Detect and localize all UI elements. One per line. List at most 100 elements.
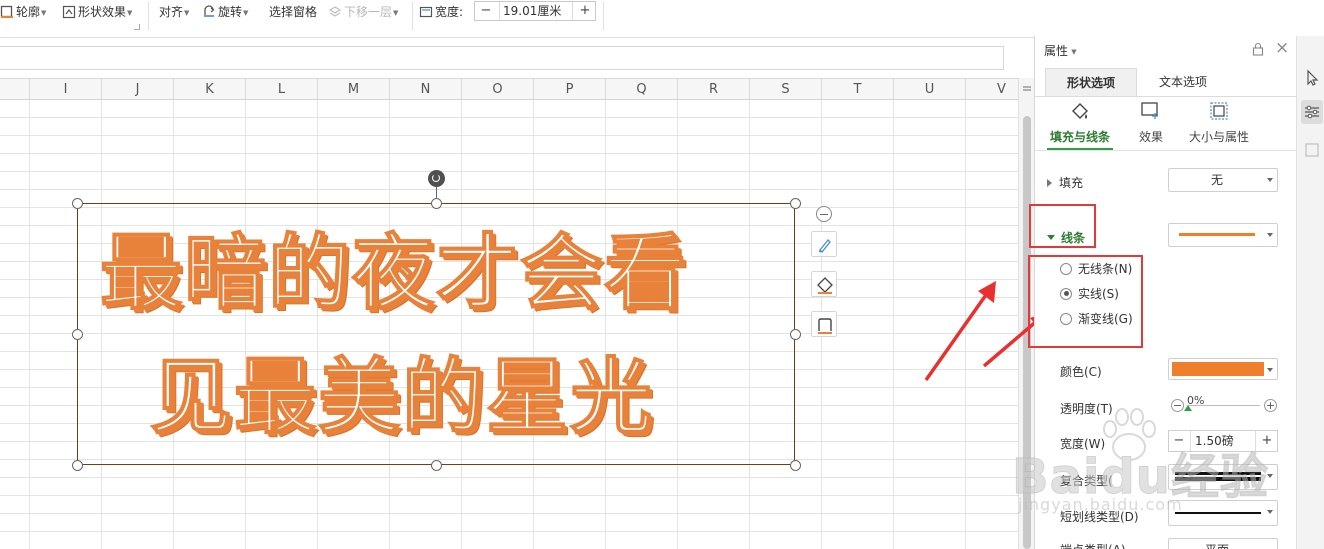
subtab-size-label: 大小与属性	[1188, 130, 1249, 144]
tab-shape-options[interactable]: 形状选项	[1045, 68, 1137, 96]
transparency-increase-button[interactable]: +	[1264, 399, 1277, 412]
width-label-text: 宽度:	[435, 5, 464, 19]
selection-pane-button[interactable]: 选择窗格	[269, 2, 317, 22]
formula-bar[interactable]	[0, 46, 1004, 70]
properties-tool-button[interactable]	[1301, 100, 1323, 124]
fill-section-toggle[interactable]: 填充	[1047, 174, 1083, 191]
color-label: 颜色(C)	[1060, 365, 1102, 379]
close-icon[interactable]: ×	[1275, 38, 1289, 58]
column-header-n[interactable]: N	[389, 79, 461, 100]
resize-handle-top-right[interactable]	[790, 198, 801, 209]
panel-title[interactable]: 属性 ▼	[1044, 42, 1077, 59]
transparency-decrease-button[interactable]: −	[1171, 399, 1184, 412]
chevron-down-icon: ▼	[393, 8, 399, 17]
subtab-effects[interactable]: 效果	[1131, 100, 1171, 145]
radio-gradient-line[interactable]: 渐变线(G)	[1060, 310, 1133, 328]
toolbar-divider	[603, 2, 604, 30]
tab-divider	[1035, 96, 1297, 97]
side-tool-strip	[1296, 36, 1324, 549]
dash-type-label: 短划线类型(D)	[1060, 510, 1139, 524]
move-down-label: 下移一层	[344, 5, 393, 19]
radio-no-line[interactable]: 无线条(N)	[1060, 260, 1132, 278]
line-width-decrease-button[interactable]: −	[1169, 431, 1189, 451]
line-style-dropdown[interactable]	[1168, 223, 1278, 247]
column-header-i[interactable]: I	[29, 79, 101, 100]
wordart-line-2[interactable]: 见最美的星光	[149, 330, 654, 449]
column-header-j[interactable]: J	[101, 79, 173, 100]
toolbar-divider	[412, 2, 413, 30]
column-header-bar: IJKLMNOPQRSTUV	[0, 78, 1018, 100]
rotate-button[interactable]: 旋转▼	[202, 2, 248, 22]
line-section-toggle[interactable]: 线条	[1047, 229, 1085, 246]
history-icon	[1305, 143, 1319, 157]
width-label: 宽度:	[419, 2, 463, 22]
column-header-q[interactable]: Q	[605, 79, 677, 100]
column-header-t[interactable]: T	[821, 79, 893, 100]
subtab-size-and-properties[interactable]: 大小与属性	[1185, 100, 1253, 145]
resize-handle-bottom-left[interactable]	[72, 460, 83, 471]
radio-gradient-line-label: 渐变线(G)	[1078, 312, 1133, 326]
cap-value: 平面	[1169, 539, 1265, 549]
column-header-r[interactable]: R	[677, 79, 749, 100]
dash-type-dropdown[interactable]	[1168, 500, 1278, 526]
line-width-increase-button[interactable]: +	[1257, 431, 1277, 451]
width-decrease-button[interactable]: −	[475, 2, 497, 20]
fill-dropdown[interactable]: 无	[1168, 168, 1278, 192]
tab-text-options[interactable]: 文本选项	[1143, 68, 1223, 96]
wordart-line-1[interactable]: 最暗的夜才会看	[99, 206, 688, 325]
shape-effect-label: 形状效果	[78, 5, 127, 19]
compound-type-dropdown[interactable]	[1168, 464, 1278, 490]
shape-effect-button[interactable]: 形状效果▼	[62, 2, 132, 22]
chevron-down-icon	[1267, 233, 1273, 237]
column-header-l[interactable]: L	[245, 79, 317, 100]
shape-outline-button[interactable]	[811, 311, 837, 337]
transparency-slider-thumb[interactable]	[1184, 405, 1192, 411]
line-width-input[interactable]: 1.50磅	[1190, 431, 1256, 451]
resize-handle-top-left[interactable]	[72, 198, 83, 209]
outline-button[interactable]: 轮廓▼	[0, 2, 46, 22]
line-color-dropdown[interactable]	[1168, 358, 1278, 380]
fill-bucket-icon	[817, 277, 833, 294]
radio-solid-line[interactable]: 实线(S)	[1060, 285, 1119, 303]
column-header-u[interactable]: U	[893, 79, 965, 100]
chevron-down-icon	[1267, 510, 1273, 514]
column-header-k[interactable]: K	[173, 79, 245, 100]
brush-icon	[818, 239, 831, 253]
collapse-icon	[1047, 235, 1055, 240]
column-header-s[interactable]: S	[749, 79, 821, 100]
scroll-up-icon[interactable]	[1022, 84, 1032, 94]
panel-title-text: 属性	[1044, 44, 1069, 58]
resize-handle-bottom-right[interactable]	[790, 460, 801, 471]
resize-handle-right[interactable]	[790, 329, 801, 340]
group-launcher[interactable]	[134, 24, 140, 30]
subtab-effects-label: 效果	[1138, 130, 1163, 144]
subtab-divider	[1035, 150, 1297, 151]
shape-style-button[interactable]	[811, 231, 837, 257]
outline-icon	[818, 318, 832, 334]
cap-type-dropdown[interactable]: 平面	[1168, 538, 1278, 549]
column-header-m[interactable]: M	[317, 79, 389, 100]
column-header-p[interactable]: P	[533, 79, 605, 100]
collapse-tools-icon[interactable]	[816, 206, 832, 222]
select-tool-button[interactable]	[1301, 66, 1323, 90]
fill-label: 填充	[1059, 176, 1084, 190]
resize-handle-bottom[interactable]	[431, 460, 442, 471]
width-increase-button[interactable]: +	[574, 2, 596, 20]
rotate-icon	[202, 4, 216, 19]
radio-circle-selected	[1060, 287, 1072, 300]
align-button[interactable]: 对齐▼	[159, 2, 189, 22]
radio-solid-line-label: 实线(S)	[1078, 287, 1119, 301]
subtab-fill-and-line[interactable]: 填充与线条	[1047, 100, 1113, 145]
chevron-down-icon: ▼	[1069, 47, 1077, 56]
width-stepper: − 19.01厘米 +	[474, 1, 596, 21]
rotate-label: 旋转	[218, 5, 243, 19]
history-tool-button[interactable]	[1301, 138, 1323, 162]
column-header-o[interactable]: O	[461, 79, 533, 100]
width-input[interactable]: 19.01厘米	[499, 2, 573, 20]
move-down-button[interactable]: 下移一层▼	[328, 2, 398, 22]
resize-handle-left[interactable]	[72, 329, 83, 340]
chevron-down-icon	[1267, 178, 1273, 182]
rotate-handle[interactable]	[428, 170, 445, 187]
lock-icon[interactable]	[1252, 42, 1264, 56]
shape-fill-button[interactable]	[811, 271, 837, 297]
